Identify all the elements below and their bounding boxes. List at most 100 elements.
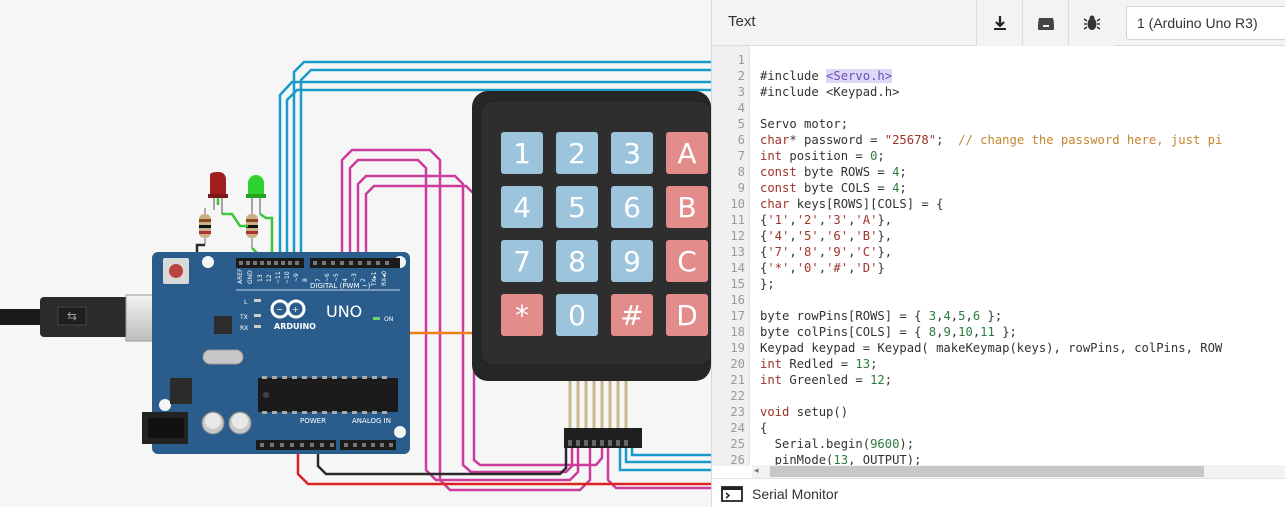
keypad-key-label: 2 — [568, 137, 586, 170]
keypad-key[interactable]: C — [666, 240, 708, 282]
brand-label: ARDUINO — [274, 322, 316, 331]
code-text: const byte ROWS = 4; — [760, 165, 907, 179]
device-select[interactable]: 1 (Arduino Uno R3) — [1126, 6, 1285, 40]
keypad-key[interactable]: B — [666, 186, 708, 228]
svg-text:~10: ~10 — [284, 271, 291, 284]
svg-text:RX◂0: RX◂0 — [381, 271, 388, 286]
code-mode-label[interactable]: Text — [728, 13, 756, 30]
code-line[interactable]: 16 — [712, 292, 1285, 308]
scroll-left-arrow-icon[interactable]: ◂ — [754, 465, 759, 476]
code-text: char* password = "25678"; // change the … — [760, 133, 1223, 147]
keypad-key-label: 7 — [513, 245, 531, 278]
keypad-key-label: 8 — [568, 245, 586, 278]
keypad-key[interactable]: A — [666, 132, 708, 174]
svg-text:~3: ~3 — [351, 273, 358, 282]
code-line[interactable]: 15}; — [712, 276, 1285, 292]
keypad-key[interactable]: 0 — [556, 294, 598, 336]
code-text: {'7','8','9','C'}, — [760, 245, 893, 259]
arduino-board[interactable]: AREF GND 13 12 ~11 ~10 ~9 8 7 ~6 ~5 4 ~3… — [142, 252, 410, 454]
keypad-key[interactable]: 5 — [556, 186, 598, 228]
code-line[interactable]: 20 int Redled = 13; — [712, 356, 1285, 372]
keypad-key[interactable]: 4 — [501, 186, 543, 228]
code-text: const byte COLS = 4; — [760, 181, 907, 195]
line-number: 18 — [730, 325, 745, 339]
line-number: 8 — [737, 165, 745, 179]
code-line[interactable]: 25 Serial.begin(9600); — [712, 436, 1285, 452]
code-text: #include <Servo.h> — [760, 69, 893, 83]
circuit-drawing: ⇆ AREF GND 13 12 ~11 ~10 ~9 8 7 ~6 ~5 4 … — [0, 60, 711, 492]
libraries-button[interactable] — [1022, 0, 1068, 46]
code-line[interactable]: 10 char keys[ROWS][COLS] = { — [712, 196, 1285, 212]
code-line[interactable]: 23 void setup() — [712, 404, 1285, 420]
scrollbar-thumb[interactable] — [770, 466, 1204, 477]
keypad-key-label: 4 — [513, 191, 531, 224]
download-button[interactable] — [976, 0, 1022, 46]
line-number: 5 — [737, 117, 745, 131]
code-line[interactable]: 3 #include <Keypad.h> — [712, 84, 1285, 100]
keypad-key[interactable]: 7 — [501, 240, 543, 282]
line-number: 11 — [730, 213, 745, 227]
line-number: 9 — [737, 181, 745, 195]
red-led[interactable] — [208, 172, 228, 214]
keypad-key[interactable]: * — [501, 294, 543, 336]
keypad-key[interactable]: 9 — [611, 240, 653, 282]
keypad-key-label: 6 — [623, 191, 641, 224]
code-line[interactable]: 1 — [712, 52, 1285, 68]
line-number: 16 — [730, 293, 745, 307]
keypad-4x4[interactable]: 1 2 3 A 4 5 6 B 7 8 9 C * 0 # D — [472, 91, 711, 448]
svg-text:GND: GND — [247, 270, 254, 284]
keypad-key[interactable]: 1 — [501, 132, 543, 174]
line-number: 25 — [730, 437, 745, 451]
code-line[interactable]: 8 const byte ROWS = 4; — [712, 164, 1285, 180]
code-text: }; — [760, 277, 775, 291]
debugger-button[interactable] — [1068, 0, 1114, 46]
code-text: int Redled = 13; — [760, 357, 878, 371]
resistor-left[interactable] — [199, 208, 211, 245]
led-tx-label: TX — [239, 314, 248, 321]
code-text: byte colPins[COLS] = { 8,9,10,11 }; — [760, 325, 1017, 339]
keypad-key-label: 1 — [513, 137, 531, 170]
code-line[interactable]: 12 {'4','5','6','B'}, — [712, 228, 1285, 244]
line-number: 14 — [730, 261, 745, 275]
code-line[interactable]: 26 pinMode(13, OUTPUT); — [712, 452, 1285, 466]
horizontal-scrollbar[interactable]: ◂ — [752, 465, 1285, 478]
code-line[interactable]: 6 char* password = "25678"; // change the… — [712, 132, 1285, 148]
code-line[interactable]: 19 Keypad keypad = Keypad( makeKeymap(key… — [712, 340, 1285, 356]
code-editor[interactable]: 1 2 #include <Servo.h> 3 #include <Keypad.h>… — [712, 46, 1285, 466]
code-line[interactable]: 13 {'7','8','9','C'}, — [712, 244, 1285, 260]
svg-text:TX▸1: TX▸1 — [371, 271, 378, 287]
code-line[interactable]: 2 #include <Servo.h> — [712, 68, 1285, 84]
serial-monitor-bar[interactable]: Serial Monitor — [712, 478, 1285, 507]
code-line[interactable]: 18 byte colPins[COLS] = { 8,9,10,11 }; — [712, 324, 1285, 340]
svg-text:⇆: ⇆ — [67, 309, 77, 323]
code-line[interactable]: 7 int position = 0; — [712, 148, 1285, 164]
code-line[interactable]: 14 {'*','0','#','D'} — [712, 260, 1285, 276]
code-line[interactable]: 24 { — [712, 420, 1285, 436]
code-text: Keypad keypad = Keypad( makeKeymap(keys)… — [760, 341, 1223, 355]
code-line[interactable]: 11 {'1','2','3','A'}, — [712, 212, 1285, 228]
keypad-key[interactable]: 3 — [611, 132, 653, 174]
line-number: 24 — [730, 421, 745, 435]
keypad-key[interactable]: 2 — [556, 132, 598, 174]
code-line[interactable]: 17 byte rowPins[ROWS] = { 3,4,5,6 }; — [712, 308, 1285, 324]
code-text: pinMode(13, OUTPUT); — [760, 453, 922, 466]
serial-monitor-label: Serial Monitor — [752, 486, 839, 502]
debugger-bug-icon — [1083, 15, 1100, 30]
code-line[interactable]: 9 const byte COLS = 4; — [712, 180, 1285, 196]
power-label: POWER — [300, 417, 326, 425]
resistor-right[interactable] — [246, 208, 258, 248]
keypad-key[interactable]: 6 — [611, 186, 653, 228]
code-line[interactable]: 4 — [712, 100, 1285, 116]
code-text: #include <Keypad.h> — [760, 85, 900, 99]
code-line[interactable]: 21 int Greenled = 12; — [712, 372, 1285, 388]
green-led[interactable] — [246, 175, 266, 214]
keypad-key[interactable]: D — [666, 294, 708, 336]
keypad-key[interactable]: 8 — [556, 240, 598, 282]
line-number: 19 — [730, 341, 745, 355]
circuit-canvas[interactable]: ⇆ AREF GND 13 12 ~11 ~10 ~9 8 7 ~6 ~5 4 … — [0, 0, 711, 507]
code-text: Serial.begin(9600); — [760, 437, 915, 451]
keypad-key[interactable]: # — [611, 294, 653, 336]
keypad-key-label: * — [515, 299, 529, 332]
code-line[interactable]: 5 Servo motor; — [712, 116, 1285, 132]
code-line[interactable]: 22 — [712, 388, 1285, 404]
